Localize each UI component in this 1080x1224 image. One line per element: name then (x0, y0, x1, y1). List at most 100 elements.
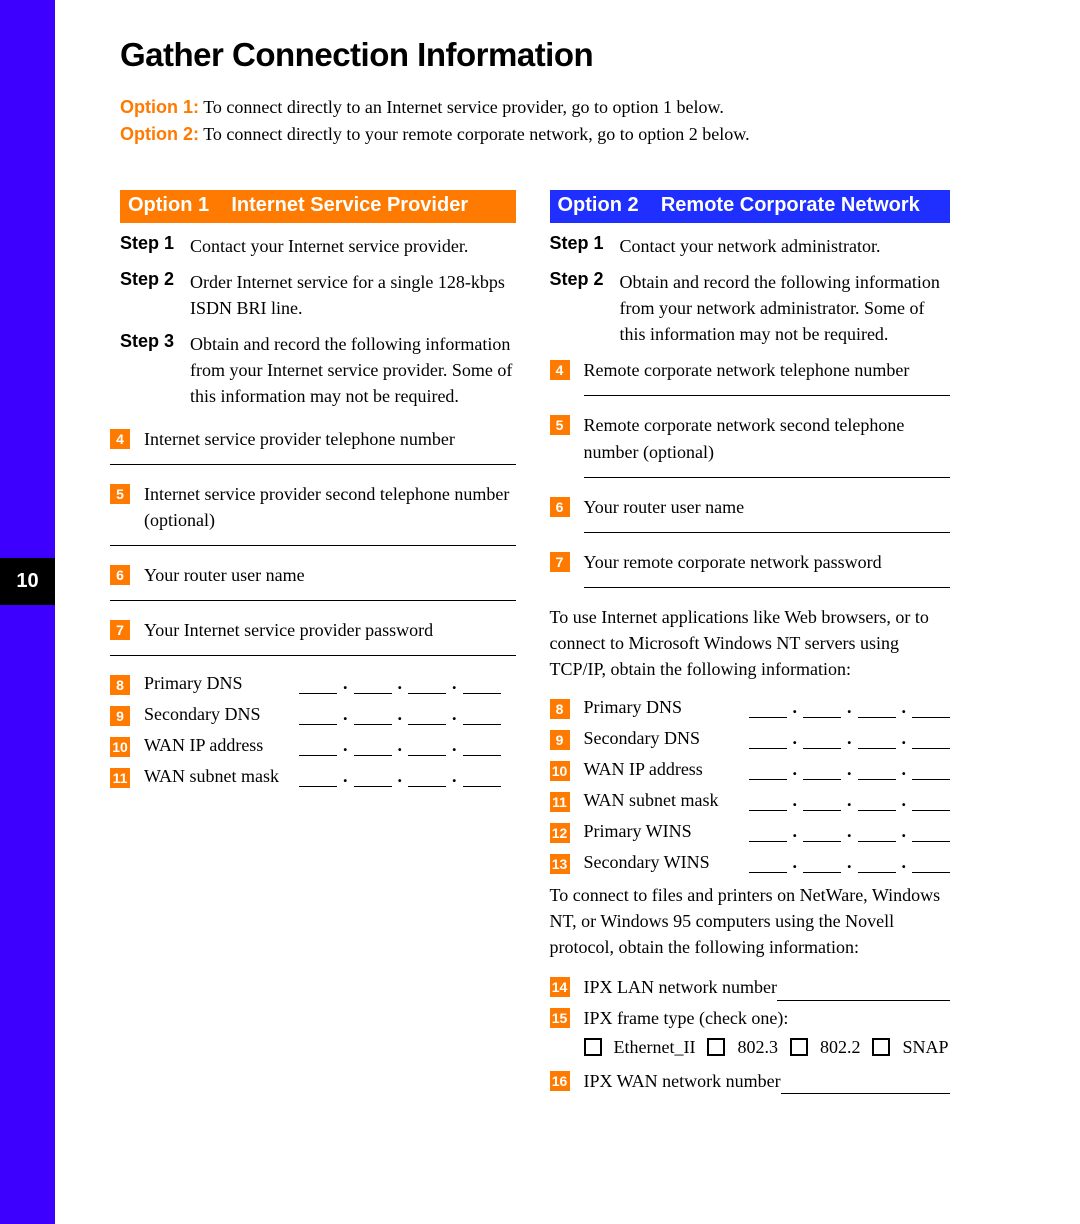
col1-step3: Step 3 Obtain and record the following i… (120, 331, 516, 409)
col2-item-15: 15 IPX frame type (check one): (550, 1005, 951, 1031)
num-10-icon: 10 (110, 737, 130, 757)
col2-item11-text: WAN subnet mask (584, 790, 749, 811)
num-14-icon: 14 (550, 977, 570, 997)
ip-blank[interactable]: ... (749, 790, 951, 811)
num-13-icon: 13 (550, 854, 570, 874)
page-number-tab: 10 (0, 558, 55, 605)
intro-opt2-label: Option 2: (120, 124, 199, 144)
num-7-icon: 7 (110, 620, 130, 640)
checkbox-8023-label: 802.3 (737, 1037, 778, 1058)
ip-blank[interactable]: ... (749, 697, 951, 718)
col1-item9-text: Secondary DNS (144, 704, 299, 725)
col2-item7-text: Your remote corporate network password (584, 549, 951, 575)
num-4-icon: 4 (550, 360, 570, 380)
page-stripe (0, 0, 55, 1224)
ip-blank[interactable]: ... (749, 728, 951, 749)
num-9-icon: 9 (110, 706, 130, 726)
col1-item7-text: Your Internet service provider password (144, 617, 516, 643)
checkbox-ethernet-ii-label: Ethernet_II (614, 1037, 696, 1058)
blank-line[interactable] (110, 545, 516, 546)
ip-blank[interactable]: ... (299, 673, 501, 694)
col1-step2-text: Order Internet service for a single 128-… (190, 269, 516, 321)
num-10-icon: 10 (550, 761, 570, 781)
blank-line[interactable] (584, 477, 951, 478)
col2-item12-text: Primary WINS (584, 821, 749, 842)
intro-option-1: Option 1: To connect directly to an Inte… (120, 94, 950, 121)
col2-item-5: 5 Remote corporate network second teleph… (550, 412, 951, 464)
ip-blank[interactable]: ... (749, 852, 951, 873)
num-11-icon: 11 (550, 792, 570, 812)
col1-item11-text: WAN subnet mask (144, 766, 299, 787)
col1-item8-text: Primary DNS (144, 673, 299, 694)
col2-item15-text: IPX frame type (check one): (584, 1005, 951, 1031)
num-15-icon: 15 (550, 1008, 570, 1028)
checkbox-ethernet-ii[interactable] (584, 1038, 602, 1056)
num-5-icon: 5 (550, 415, 570, 435)
col1-item4-text: Internet service provider telephone numb… (144, 426, 516, 452)
intro-opt2-text: To connect directly to your remote corpo… (203, 124, 749, 144)
num-8-icon: 8 (550, 699, 570, 719)
num-16-icon: 16 (550, 1071, 570, 1091)
ip-blank[interactable]: ... (749, 821, 951, 842)
col2-step1: Step 1 Contact your network administrato… (550, 233, 951, 259)
col1-header-title: Internet Service Provider (231, 194, 468, 216)
column-isp: Option 1 Internet Service Provider Step … (120, 190, 516, 796)
col2-item-4: 4 Remote corporate network telephone num… (550, 357, 951, 383)
blank-line[interactable] (584, 587, 951, 588)
col2-step2-label: Step 2 (550, 269, 620, 347)
col1-item-11: 11 WAN subnet mask ... (110, 765, 516, 788)
col2-item-11: 11 WAN subnet mask ... (550, 789, 951, 812)
blank-line[interactable] (110, 655, 516, 656)
col1-step1-label: Step 1 (120, 233, 190, 259)
col2-item14-text: IPX LAN network number (584, 974, 777, 1000)
col2-tcpip-para: To use Internet applications like Web br… (550, 604, 951, 682)
ip-blank[interactable]: ... (299, 704, 501, 725)
intro-option-2: Option 2: To connect directly to your re… (120, 121, 950, 148)
ip-blank[interactable]: ... (299, 766, 501, 787)
ip-blank[interactable]: ... (299, 735, 501, 756)
blank-line[interactable] (584, 395, 951, 396)
col1-item-10: 10 WAN IP address ... (110, 734, 516, 757)
col1-item-6: 6 Your router user name (110, 562, 516, 588)
checkbox-8022-label: 802.2 (820, 1037, 861, 1058)
col2-header-opt: Option 2 (558, 194, 639, 216)
num-11-icon: 11 (110, 768, 130, 788)
col2-step1-text: Contact your network administrator. (620, 233, 951, 259)
col1-item5-text: Internet service provider second telepho… (144, 481, 516, 533)
col2-item9-text: Secondary DNS (584, 728, 749, 749)
num-7-icon: 7 (550, 552, 570, 572)
num-4-icon: 4 (110, 429, 130, 449)
ip-blank[interactable]: ... (749, 759, 951, 780)
col1-header-opt: Option 1 (128, 194, 209, 216)
col2-item5-text: Remote corporate network second telephon… (584, 412, 951, 464)
intro-opt1-label: Option 1: (120, 97, 199, 117)
col1-step1: Step 1 Contact your Internet service pro… (120, 233, 516, 259)
col2-step2-text: Obtain and record the following informat… (620, 269, 951, 347)
blank-line[interactable] (584, 532, 951, 533)
blank-line[interactable] (777, 986, 950, 1001)
col1-step2: Step 2 Order Internet service for a sing… (120, 269, 516, 321)
col1-item-9: 9 Secondary DNS ... (110, 703, 516, 726)
page-title: Gather Connection Information (120, 36, 950, 74)
num-5-icon: 5 (110, 484, 130, 504)
checkbox-8023[interactable] (707, 1038, 725, 1056)
col1-item10-text: WAN IP address (144, 735, 299, 756)
col2-item13-text: Secondary WINS (584, 852, 749, 873)
blank-line[interactable] (110, 600, 516, 601)
col2-header: Option 2 Remote Corporate Network (550, 190, 951, 223)
col1-step3-text: Obtain and record the following informat… (190, 331, 516, 409)
col1-item-8: 8 Primary DNS ... (110, 672, 516, 695)
blank-line[interactable] (110, 464, 516, 465)
col1-step3-label: Step 3 (120, 331, 190, 409)
col2-item-10: 10 WAN IP address ... (550, 758, 951, 781)
intro-opt1-text: To connect directly to an Internet servi… (203, 97, 724, 117)
col2-step1-label: Step 1 (550, 233, 620, 259)
col1-step1-text: Contact your Internet service provider. (190, 233, 516, 259)
blank-line[interactable] (781, 1079, 950, 1094)
col2-item-7: 7 Your remote corporate network password (550, 549, 951, 575)
col2-header-title: Remote Corporate Network (661, 194, 920, 216)
checkbox-8022[interactable] (790, 1038, 808, 1056)
col1-item-5: 5 Internet service provider second telep… (110, 481, 516, 533)
checkbox-snap[interactable] (872, 1038, 890, 1056)
col2-item-6: 6 Your router user name (550, 494, 951, 520)
